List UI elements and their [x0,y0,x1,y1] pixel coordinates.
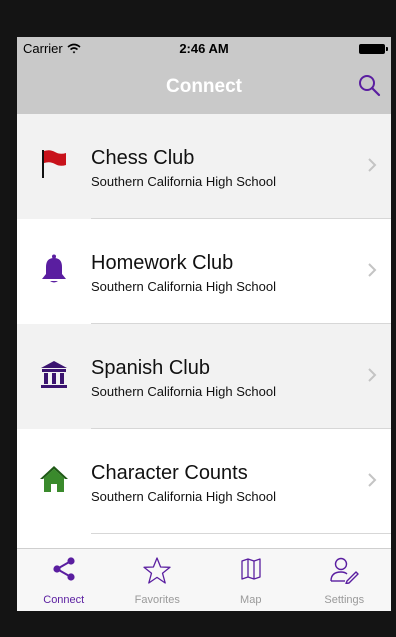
list-item-subtitle: Southern California High School [91,279,276,294]
tab-connect[interactable]: Connect [17,549,111,611]
list-item-character-counts[interactable]: Character Counts Southern California Hig… [17,429,391,534]
tab-favorites[interactable]: Favorites [111,549,205,611]
chevron-right-icon [368,368,377,382]
battery-icon [359,44,388,54]
club-list: Chess Club Southern California High Scho… [17,114,391,534]
list-item-chess-club[interactable]: Chess Club Southern California High Scho… [17,114,391,219]
user-pen-icon [330,557,359,584]
map-icon [241,558,261,580]
star-icon [143,557,171,584]
chevron-right-icon [368,158,377,172]
bell-icon [42,254,66,283]
status-bar: Carrier 2:46 AM [17,37,391,61]
tab-label: Favorites [134,594,180,606]
building-icon [41,361,67,388]
list-item-title: Spanish Club [91,357,210,379]
tab-label: Connect [43,594,85,606]
search-icon[interactable] [357,73,383,99]
row-separator [91,533,391,534]
navigation-bar: Connect [17,61,391,114]
list-item-title: Character Counts [91,462,248,484]
list-item-title: Chess Club [91,147,195,169]
list-item-subtitle: Southern California High School [91,384,276,399]
house-icon [40,466,68,492]
flag-icon [42,150,66,178]
list-item-spanish-club[interactable]: Spanish Club Southern California High Sc… [17,324,391,429]
status-time: 2:46 AM [179,41,229,56]
chevron-right-icon [368,473,377,487]
list-item-title: Homework Club [91,252,234,274]
chevron-right-icon [368,263,377,277]
tab-map[interactable]: Map [204,549,298,611]
device-frame: Carrier 2:46 AM Connect Chess Club South… [0,0,396,637]
list-item-subtitle: Southern California High School [91,174,276,189]
tab-label: Settings [324,594,365,606]
tab-bar: Connect Favorites Map Settings [17,548,391,611]
app-screen: Carrier 2:46 AM Connect Chess Club South… [17,37,391,611]
page-title: Connect [166,76,242,97]
list-item-homework-club[interactable]: Homework Club Southern California High S… [17,219,391,324]
tab-label: Map [240,594,262,606]
share-icon [53,557,75,581]
list-item-subtitle: Southern California High School [91,489,276,504]
tab-settings[interactable]: Settings [298,549,392,611]
